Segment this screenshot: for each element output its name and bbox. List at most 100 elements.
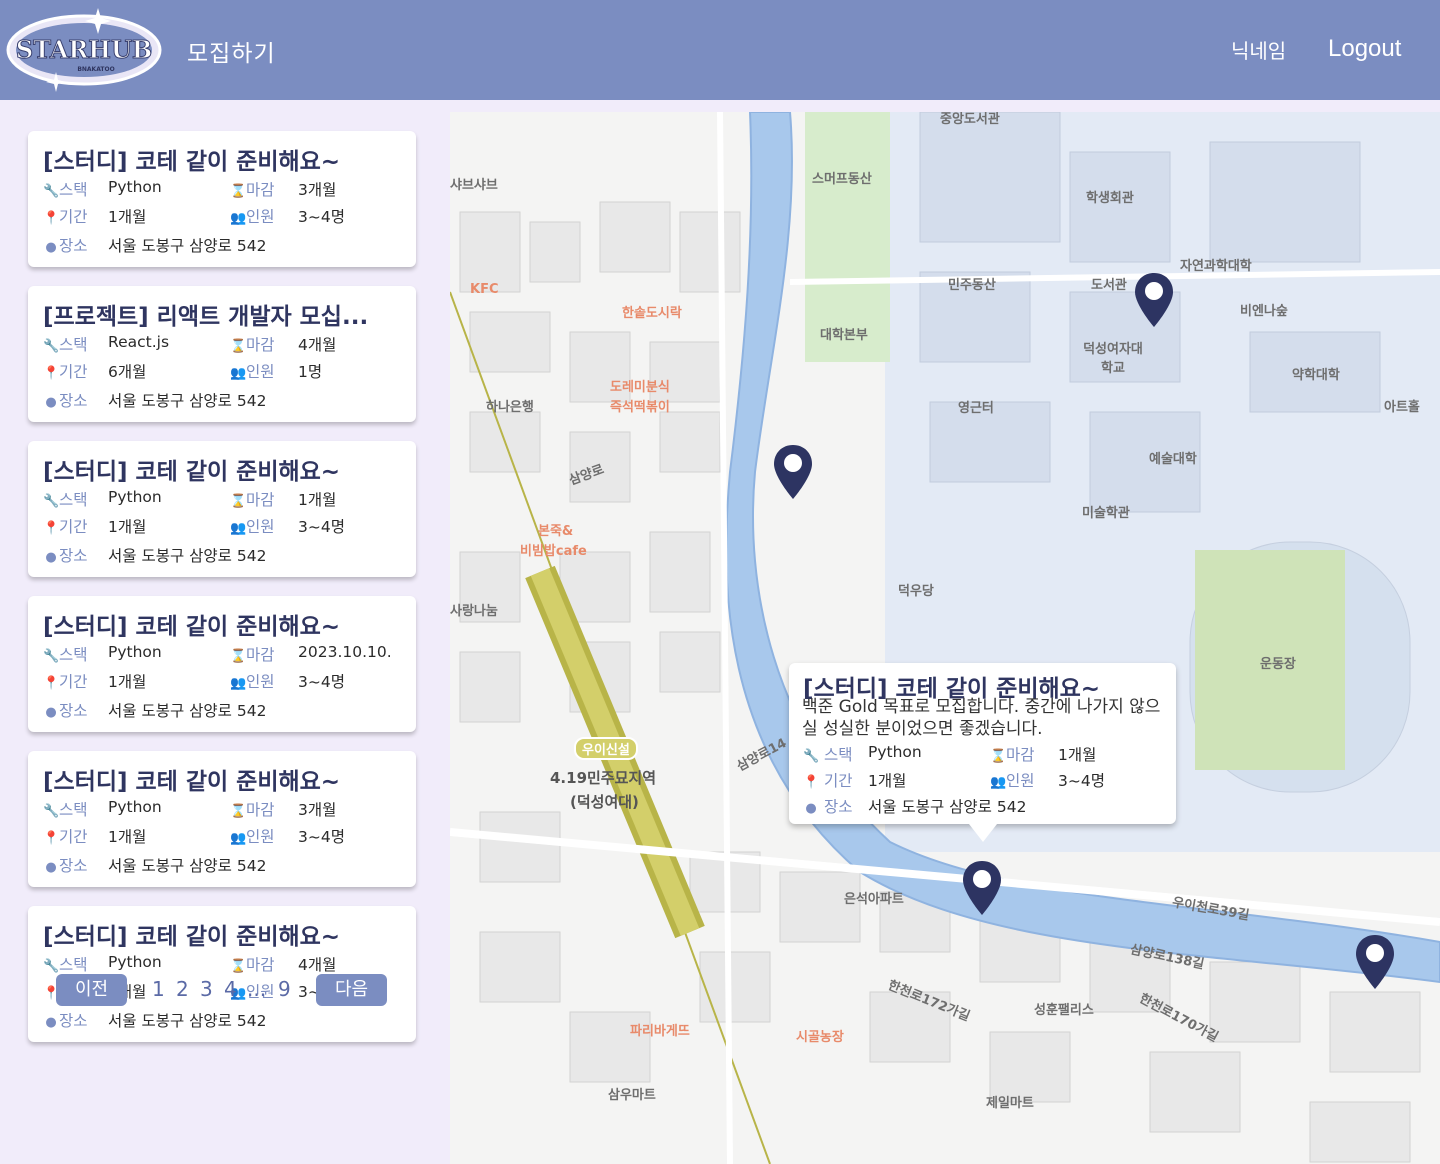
- place-label: 장소: [59, 1012, 88, 1030]
- stack-label: 스택: [59, 956, 88, 974]
- pin-icon: 📍: [43, 366, 60, 381]
- starhub-logo[interactable]: STARHUB BNAKATOO: [6, 6, 162, 92]
- deadline-label: 마감: [1006, 746, 1035, 764]
- page-4-link[interactable]: 4: [224, 977, 237, 1001]
- post-row-stack: 🔧스택 Python ⌛마감 3개월: [43, 798, 336, 819]
- post-members: 👥인원 3~4명: [230, 205, 345, 227]
- post-deadline: ⌛마감 2023.10.10.: [230, 643, 392, 665]
- post-row-stack: 🔧스택 Python ⌛마감 1개월: [43, 488, 336, 509]
- map-label: (덕성여대): [570, 793, 639, 811]
- pin-icon: 📍: [43, 521, 60, 536]
- members-value: 1명: [298, 363, 323, 381]
- post-row-period: 📍기간 1개월 👥인원 3~4명: [43, 515, 345, 536]
- post-row-stack: 🔧스택 React.js ⌛마감 4개월: [43, 333, 336, 354]
- post-title: [스터디] 코테 같이 준비해요~: [43, 614, 341, 640]
- members-label: 인원: [246, 518, 275, 536]
- place-value: 서울 도봉구 삼양로 542: [108, 392, 267, 410]
- people-icon: 👥: [230, 366, 247, 381]
- next-page-button[interactable]: 다음: [316, 974, 387, 1006]
- location-pin-icon[interactable]: [1354, 934, 1396, 990]
- popup-row-stack: 🔧 스택 Python ⌛마감 1개월: [803, 743, 1096, 764]
- location-pin-icon-selected[interactable]: [961, 860, 1003, 916]
- deadline-value: 3개월: [298, 181, 337, 199]
- popup-row-period: 📍 기간 1개월 👥인원 3~4명: [803, 769, 1105, 790]
- page-3-link[interactable]: 3: [200, 977, 213, 1001]
- post-title: [프로젝트] 리액트 개발자 모십...: [43, 304, 369, 330]
- post-row-period: 📍기간 6개월 👥인원 1명: [43, 360, 322, 381]
- post-row-period: 📍기간 1개월 👥인원 3~4명: [43, 670, 345, 691]
- period-value: 1개월: [108, 828, 147, 846]
- deadline-value: 4개월: [298, 336, 337, 354]
- post-members: 👥인원 3~4명: [230, 515, 345, 537]
- popup-members: 👥인원 3~4명: [990, 769, 1105, 791]
- post-card[interactable]: [프로젝트] 리액트 개발자 모십... 🔧스택 React.js ⌛마감 4개월 📍기간…: [28, 286, 416, 422]
- period-label: 기간: [59, 673, 88, 691]
- post-card[interactable]: [스터디] 코테 같이 준비해요~ 🔧스택 Python ⌛마감 1개월 📍기간 1개월 👥인…: [28, 441, 416, 577]
- map-label: 예술대학: [1149, 452, 1197, 467]
- map-view[interactable]: 중앙도서관 스머프동산 학생회관 자연과학대학 민주동산 도서관 비엔나숲 대학…: [450, 112, 1440, 1164]
- post-card[interactable]: [스터디] 코테 같이 준비해요~ 🔧스택 Python ⌛마감 3개월 📍기간 1개월 👥인…: [28, 751, 416, 887]
- page-ellipsis: ...: [247, 977, 267, 1001]
- map-label: 학생회관: [1086, 191, 1134, 206]
- map-label: 삼우마트: [608, 1088, 656, 1103]
- prev-page-button[interactable]: 이전: [56, 974, 127, 1006]
- members-label: 인원: [246, 673, 275, 691]
- map-label: 비빔밥cafe: [520, 544, 587, 559]
- post-row-place: ● 장소 서울 도봉구 삼양로 542: [43, 234, 266, 255]
- members-value: 3~4명: [298, 518, 345, 536]
- stack-value: React.js: [108, 333, 170, 351]
- map-label: 자연과학대학: [1180, 259, 1252, 274]
- stack-label: 스택: [59, 181, 88, 199]
- page-2-link[interactable]: 2: [176, 977, 189, 1001]
- nav-recruit-link[interactable]: 모집하기: [187, 34, 276, 68]
- map-label: KFC: [470, 282, 499, 297]
- period-label: 기간: [59, 518, 88, 536]
- post-title: [스터디] 코테 같이 준비해요~: [43, 459, 341, 485]
- map-label: 한솥도시락: [622, 306, 682, 321]
- page-9-link[interactable]: 9: [278, 977, 291, 1001]
- map-label: 즉석떡볶이: [610, 400, 670, 415]
- clock-icon: ●: [45, 240, 57, 255]
- logo-text: STARHUB: [16, 35, 152, 64]
- period-label: 기간: [59, 828, 88, 846]
- wrench-icon: 🔧: [803, 749, 820, 764]
- place-value: 서울 도봉구 삼양로 542: [868, 798, 1027, 816]
- clock-icon: ●: [805, 801, 817, 816]
- popup-row-place: ● 장소 서울 도봉구 삼양로 542: [803, 795, 1026, 816]
- popup-description: 백준 Gold 목표로 모집합니다. 중간에 나가지 않으실 성실한 분이었으면…: [802, 697, 1161, 739]
- map-label: 파리바게뜨: [630, 1024, 690, 1039]
- members-label: 인원: [1006, 772, 1035, 790]
- people-icon: 👥: [230, 211, 247, 226]
- post-row-period: 📍기간 1개월 👥인원 3~4명: [43, 205, 345, 226]
- people-icon: 👥: [230, 521, 247, 536]
- post-row-place: ● 장소 서울 도봉구 삼양로 542: [43, 854, 266, 875]
- location-pin-icon[interactable]: [772, 444, 814, 500]
- deadline-label: 마감: [246, 181, 275, 199]
- pin-icon: 📍: [43, 831, 60, 846]
- wrench-icon: 🔧: [43, 959, 60, 974]
- page-1-link[interactable]: 1: [152, 977, 165, 1001]
- period-label: 기간: [59, 208, 88, 226]
- logout-button[interactable]: Logout: [1328, 35, 1401, 63]
- location-pin-icon[interactable]: [1133, 272, 1175, 328]
- post-row-stack: 🔧스택 Python ⌛마감 2023.10.10.: [43, 643, 392, 664]
- stack-label: 스택: [59, 336, 88, 354]
- map-label: 제일마트: [986, 1096, 1034, 1111]
- map-label: 은석아파트: [844, 892, 904, 907]
- members-label: 인원: [246, 208, 275, 226]
- place-value: 서울 도봉구 삼양로 542: [108, 237, 267, 255]
- wrench-icon: 🔧: [43, 494, 60, 509]
- place-value: 서울 도봉구 삼양로 542: [108, 1012, 267, 1030]
- place-label: 장소: [59, 702, 88, 720]
- post-deadline: ⌛마감 3개월: [230, 178, 336, 200]
- deadline-icon: ⌛: [230, 494, 247, 509]
- post-row-stack: 🔧스택 Python ⌛마감 4개월: [43, 953, 336, 974]
- pin-icon: 📍: [803, 775, 820, 790]
- post-info-popup[interactable]: [스터디] 코테 같이 준비해요~ 백준 Gold 목표로 모집합니다. 중간에…: [789, 663, 1176, 842]
- period-label: 기간: [823, 772, 853, 790]
- post-card[interactable]: [스터디] 코테 같이 준비해요~ 🔧스택 Python ⌛마감 3개월 📍기간 1개월 👥인…: [28, 131, 416, 267]
- post-card[interactable]: [스터디] 코테 같이 준비해요~ 🔧스택 Python ⌛마감 2023.10.10.…: [28, 596, 416, 732]
- members-value: 3~4명: [1058, 772, 1105, 790]
- map-label: 비엔나숲: [1240, 304, 1288, 319]
- nav-nickname-link[interactable]: 닉네임: [1231, 35, 1286, 64]
